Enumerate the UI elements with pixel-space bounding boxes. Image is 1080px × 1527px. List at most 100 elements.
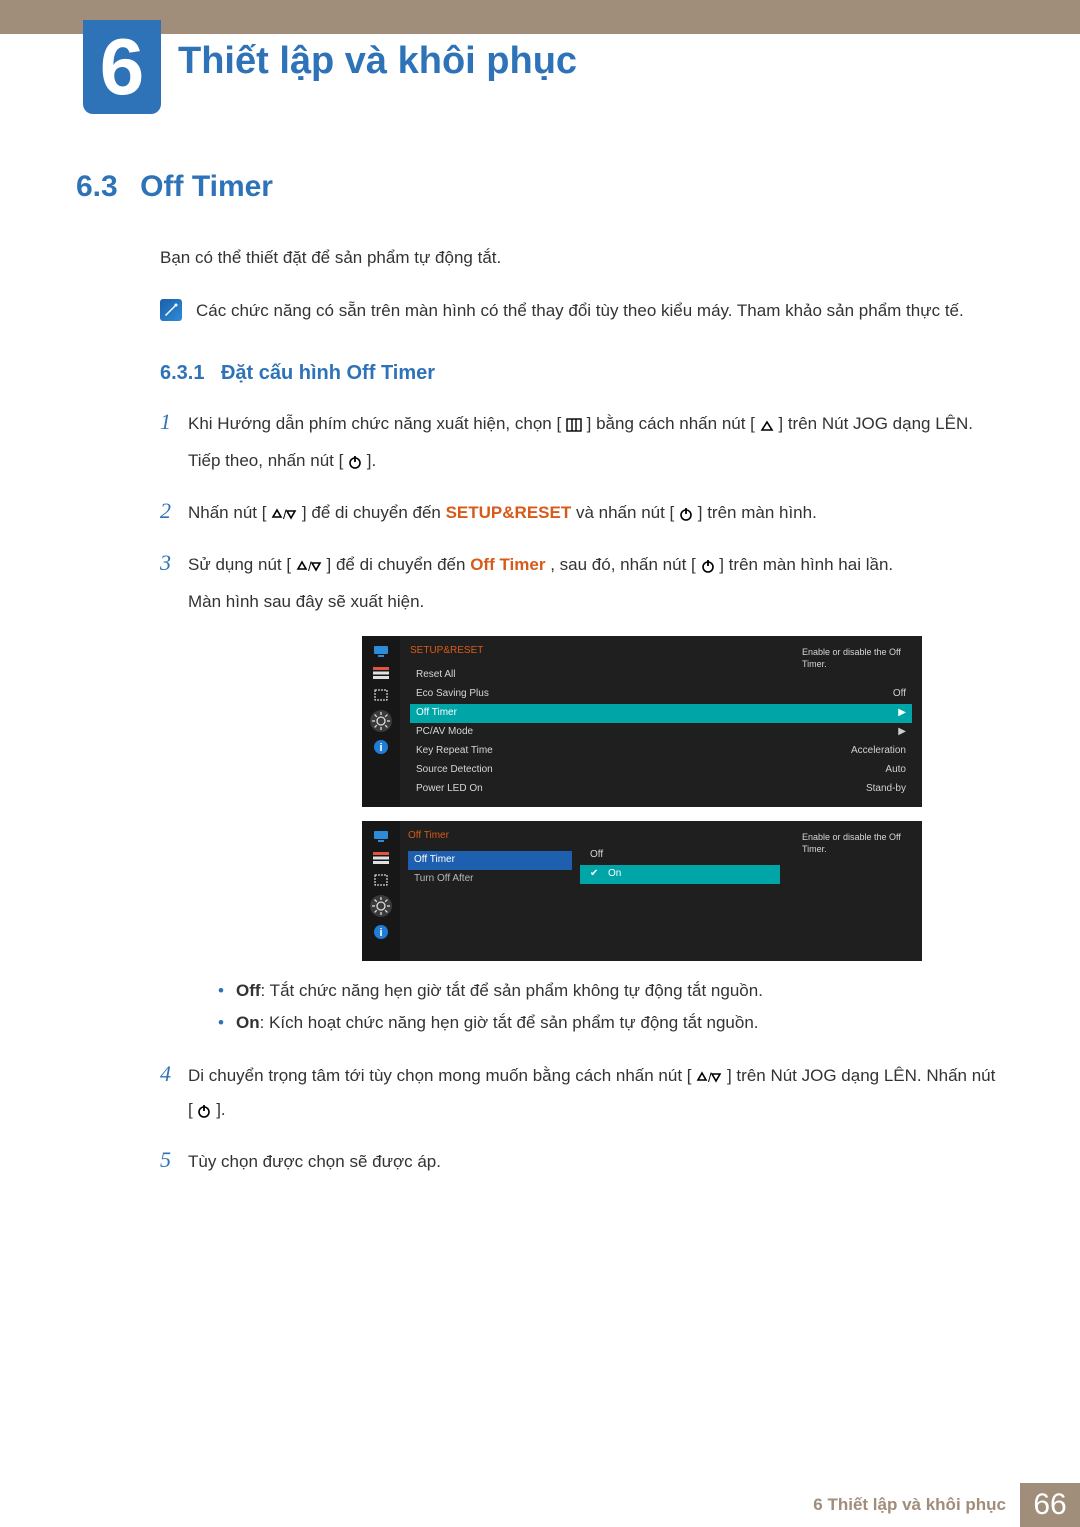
osd-row: Key Repeat TimeAcceleration	[410, 742, 912, 761]
bullet-label: Off	[236, 981, 261, 1000]
subsection-number: 6.3.1	[160, 362, 204, 384]
text: Nhấn nút [	[188, 503, 266, 522]
text: Di chuyển trọng tâm tới tùy chọn mong mu…	[188, 1066, 692, 1085]
step-number: 1	[160, 409, 188, 435]
subsection-header: 6.3.1 Đặt cấu hình Off Timer	[160, 362, 1004, 385]
osd-tip: Enable or disable the Off Timer.	[792, 821, 922, 866]
power-icon	[679, 501, 693, 532]
footer-page-number: 66	[1020, 1483, 1080, 1527]
text: ] bằng cách nhấn nút [	[587, 414, 755, 433]
check-icon: ✔	[590, 865, 604, 883]
osd-option-label: On	[608, 865, 621, 883]
menu-list-icon	[372, 666, 390, 680]
text: Sử dụng nút [	[188, 555, 291, 574]
text: ] để di chuyển đến	[327, 555, 471, 574]
bullet-off: Off: Tắt chức năng hẹn giờ tắt để sản ph…	[218, 975, 922, 1007]
svg-text:/: /	[308, 559, 312, 573]
bullet-on: On: Kích hoạt chức năng hẹn giờ tắt để s…	[218, 1007, 922, 1039]
menu-list-icon	[372, 851, 390, 865]
osd-title: Off Timer	[408, 827, 572, 845]
osd-option: ✔On	[580, 865, 780, 884]
osd-tip: Enable or disable the Off Timer.	[792, 636, 922, 681]
monitor-icon	[372, 829, 390, 843]
step-list: 1 Khi Hướng dẫn phím chức năng xuất hiện…	[160, 409, 1004, 1181]
step-body: Tùy chọn được chọn sẽ được áp.	[188, 1147, 441, 1182]
step-body: Khi Hướng dẫn phím chức năng xuất hiện, …	[188, 409, 973, 484]
osd-row-label: PC/AV Mode	[416, 723, 828, 741]
gear-icon	[370, 710, 392, 732]
up-icon	[760, 412, 774, 443]
text: ] trên màn hình hai lần.	[719, 555, 893, 574]
osd-row-value: Off	[828, 685, 906, 703]
step-number: 4	[160, 1061, 188, 1087]
bullet-label: On	[236, 1013, 260, 1032]
step-body: Sử dụng nút [ / ] để di chuyển đến Off T…	[188, 550, 922, 1048]
text: ].	[367, 451, 376, 470]
osd-row-label: Key Repeat Time	[416, 742, 828, 760]
info-icon: i	[372, 925, 390, 939]
text: ] trên Nút JOG dạng LÊN.	[778, 414, 973, 433]
bullet-text: : Kích hoạt chức năng hẹn giờ tắt để sản…	[260, 1013, 759, 1032]
text: ] trên màn hình.	[698, 503, 817, 522]
svg-text:/: /	[283, 507, 287, 521]
text: Màn hình sau đây sẽ xuất hiện.	[188, 587, 922, 618]
text: Tiếp theo, nhấn nút [	[188, 451, 343, 470]
osd-row-value: Auto	[828, 761, 906, 779]
subsection-title: Đặt cấu hình Off Timer	[221, 362, 435, 384]
info-icon: i	[372, 740, 390, 754]
intro-text: Bạn có thể thiết đặt để sản phẩm tự động…	[160, 244, 1004, 273]
up-down-icon: /	[696, 1064, 722, 1095]
section-number: 6.3	[76, 170, 118, 203]
gear-icon	[370, 895, 392, 917]
osd-row: Off Timer▶	[410, 704, 912, 723]
step-4: 4 Di chuyển trọng tâm tới tùy chọn mong …	[160, 1061, 1004, 1132]
step-5: 5 Tùy chọn được chọn sẽ được áp.	[160, 1147, 1004, 1182]
text: , sau đó, nhấn nút [	[550, 555, 696, 574]
svg-text:/: /	[708, 1070, 712, 1084]
note-text: Các chức năng có sẵn trên màn hình có th…	[196, 297, 964, 326]
osd-row: Off Timer	[408, 851, 572, 870]
step-1: 1 Khi Hướng dẫn phím chức năng xuất hiện…	[160, 409, 1004, 484]
osd-sidebar: i	[362, 636, 400, 807]
step-body: Nhấn nút [ / ] để di chuyển đến SETUP&RE…	[188, 498, 817, 536]
osd-row-value: Acceleration	[828, 742, 906, 760]
step-2: 2 Nhấn nút [ / ] để di chuyển đến SETUP&…	[160, 498, 1004, 536]
osd-row-label: Reset All	[416, 666, 828, 684]
osd-sidebar: i	[362, 821, 400, 961]
osd-row-label: Source Detection	[416, 761, 828, 779]
power-icon	[348, 449, 362, 480]
up-down-icon: /	[271, 501, 297, 532]
osd-screenshot-1: i SETUP&RESET Reset AllEco Saving PlusOf…	[362, 636, 922, 807]
footer-label: 6 Thiết lập và khôi phục	[799, 1483, 1020, 1527]
osd-option-label: Off	[590, 846, 603, 864]
text: Tùy chọn được chọn sẽ được áp.	[188, 1147, 441, 1178]
osd-row-label: Eco Saving Plus	[416, 685, 828, 703]
up-down-icon: /	[296, 553, 322, 584]
section-header: 6.3 Off Timer	[76, 170, 1004, 204]
bullet-text: : Tắt chức năng hẹn giờ tắt để sản phẩm …	[261, 981, 763, 1000]
text: ].	[216, 1100, 225, 1119]
resize-icon	[372, 873, 390, 887]
text: Khi Hướng dẫn phím chức năng xuất hiện, …	[188, 414, 561, 433]
off-timer-label: Off Timer	[470, 555, 545, 574]
monitor-icon	[372, 644, 390, 658]
text: và nhấn nút [	[576, 503, 674, 522]
osd-row-value: Stand-by	[828, 780, 906, 798]
osd-row: Source DetectionAuto	[410, 761, 912, 780]
svg-text:i: i	[379, 927, 382, 939]
setup-reset-label: SETUP&RESET	[446, 503, 572, 522]
step-body: Di chuyển trọng tâm tới tùy chọn mong mu…	[188, 1061, 1004, 1132]
menu-icon	[566, 412, 582, 443]
note-icon	[160, 299, 182, 321]
osd-row: PC/AV Mode▶	[410, 723, 912, 742]
option-bullets: Off: Tắt chức năng hẹn giờ tắt để sản ph…	[218, 975, 922, 1040]
osd-row-value: ▶	[828, 704, 906, 722]
chapter-number-tab: 6	[83, 20, 161, 114]
resize-icon	[372, 688, 390, 702]
step-3: 3 Sử dụng nút [ / ] để di chuyển đến Off…	[160, 550, 1004, 1048]
top-band	[0, 0, 1080, 34]
power-icon	[197, 1098, 211, 1129]
step-number: 2	[160, 498, 188, 524]
page-footer: 6 Thiết lập và khôi phục 66	[0, 1483, 1080, 1527]
step-number: 3	[160, 550, 188, 576]
